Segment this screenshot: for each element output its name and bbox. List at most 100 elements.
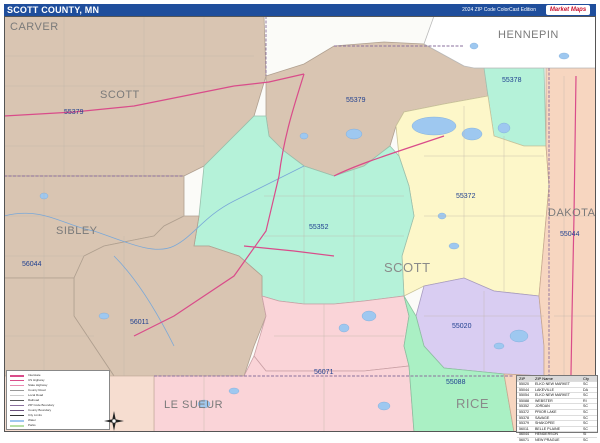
- zip-table-cell-county: SI: [583, 432, 587, 437]
- legend-row: Parks: [10, 423, 106, 427]
- zip-label-55378: 55378: [502, 77, 522, 84]
- county-label-le-sueur: LE SUEUR: [164, 399, 223, 411]
- legend-row: Water: [10, 418, 106, 422]
- county-label-carver: CARVER: [10, 21, 59, 33]
- legend-row: County Road: [10, 388, 106, 392]
- lake: [558, 52, 570, 60]
- legend-row: City Limits: [10, 413, 106, 417]
- legend-label: City Limits: [28, 413, 42, 417]
- zip-table-row: 56011 BELLE PLAINE SC: [517, 425, 597, 432]
- legend-swatch: [10, 400, 24, 401]
- zip-table-cell-county: SC: [583, 382, 588, 386]
- lake: [345, 128, 363, 140]
- legend-label: Local Road: [28, 393, 44, 397]
- legend-label: Interstate: [28, 373, 41, 377]
- zip-label-55088: 55088: [446, 379, 466, 386]
- legend-label: Railroad: [28, 398, 40, 402]
- zip-table-row: 56071 NEW PRAGUE SC: [517, 436, 597, 443]
- zip-label-55044: 55044: [560, 231, 580, 238]
- zip-table-cell-zip: 55379: [519, 421, 529, 426]
- zip-table-header: ZIP ZIP Name Cty: [517, 376, 597, 381]
- zip-table-cell-county: SC: [583, 415, 588, 420]
- zip-table-cell-name: NEW PRAGUE: [535, 437, 560, 442]
- zip-table-cell-county: SC: [583, 404, 588, 409]
- zip-table-cell-name: PRIOR LAKE: [535, 409, 557, 414]
- legend-swatch: [10, 385, 24, 386]
- zip-label-56044: 56044: [22, 261, 42, 268]
- publisher-logo: Market Maps: [546, 5, 590, 15]
- edition-label: 2024 ZIP Code ColorCast Edition: [462, 7, 536, 13]
- zip-table-cell-name: JORDAN: [535, 404, 550, 409]
- zip-table-cell-county: SC: [583, 393, 588, 398]
- compass-rose-icon: [104, 411, 124, 431]
- zip-table-cell-zip: 55054: [519, 393, 529, 398]
- lake: [411, 116, 457, 136]
- zip-table-row: 55020 ELKO NEW MARKET SC: [517, 381, 597, 387]
- zip-table-body: 55020 ELKO NEW MARKET SC 55044 LAKEVILLE DA 55…: [517, 381, 597, 443]
- zip-label-55352: 55352: [309, 224, 329, 231]
- legend-swatch: [10, 410, 24, 411]
- zip-table-cell-zip: 55378: [519, 415, 529, 420]
- zip-table-cell-zip: 55088: [519, 398, 529, 403]
- zip-table-cell-name: SHAKOPEE: [535, 421, 555, 426]
- legend-swatch: [10, 405, 24, 406]
- lake: [493, 342, 505, 350]
- zip-table-cell-name: LAKEVILLE: [535, 387, 554, 392]
- zip-table-header-zip: ZIP: [519, 376, 526, 381]
- title-bar: SCOTT COUNTY, MN 2024 ZIP Code ColorCast…: [4, 4, 596, 16]
- zip-table-row: 55372 PRIOR LAKE SC: [517, 408, 597, 415]
- lake: [497, 122, 511, 134]
- zip-table-cell-name: HENDERSON: [535, 432, 558, 437]
- zip-table-row: 55378 SAVAGE SC: [517, 414, 597, 421]
- zip-label-55379: 55379: [346, 97, 366, 104]
- legend-row: County Boundary: [10, 408, 106, 412]
- legend-swatch: [10, 415, 24, 416]
- zip-table-cell-county: DA: [583, 387, 588, 392]
- zip-table-cell-zip: 56011: [519, 426, 529, 431]
- map-legend: Interstate US Highway State Highway Coun…: [6, 370, 110, 430]
- lake: [228, 387, 240, 395]
- lake: [377, 401, 391, 411]
- zip-table-cell-zip: 56071: [519, 437, 529, 442]
- zip-table-cell-name: BELLE PLAINE: [535, 426, 560, 431]
- zip-table-cell-name: ELKO NEW MARKET: [535, 393, 570, 398]
- map-title: SCOTT COUNTY, MN: [7, 5, 100, 15]
- zip-table-cell-zip: 55044: [519, 387, 529, 392]
- county-label-dakota: DAKOTA: [548, 207, 596, 219]
- legend-swatch: [10, 425, 24, 427]
- legend-label: Water: [28, 418, 36, 422]
- zone-56071[interactable]: [253, 295, 410, 372]
- zip-table-cell-name: SAVAGE: [535, 415, 550, 420]
- legend-swatch: [10, 420, 24, 422]
- zip-table-cell-county: SC: [583, 421, 588, 426]
- lake: [338, 323, 350, 333]
- zip-table-cell-county: RI: [583, 398, 587, 403]
- legend-row: ZIP Code Boundary: [10, 403, 106, 407]
- zip-table-row: 55044 LAKEVILLE DA: [517, 386, 597, 393]
- zip-table-header-county: Cty: [583, 376, 589, 381]
- zip-label-56011: 56011: [130, 319, 149, 326]
- legend-label: County Boundary: [28, 408, 52, 412]
- lake: [361, 310, 377, 322]
- zip-table-cell-county: SC: [583, 426, 588, 431]
- county-label-rice: RICE: [456, 396, 489, 411]
- lake: [299, 132, 309, 140]
- county-label-hennepin: HENNEPIN: [498, 29, 559, 41]
- zip-table-cell-name: WEBSTER: [535, 398, 553, 403]
- lake: [98, 312, 110, 320]
- legend-row: Railroad: [10, 398, 106, 402]
- legend-label: County Road: [28, 388, 46, 392]
- lake: [461, 127, 483, 141]
- zip-label-56071: 56071: [314, 369, 334, 376]
- zip-table-row: 55088 WEBSTER RI: [517, 397, 597, 404]
- lake: [469, 42, 479, 50]
- lake: [448, 242, 460, 250]
- lake: [509, 329, 529, 343]
- legend-label: US Highway: [28, 378, 45, 382]
- legend-label: ZIP Code Boundary: [28, 403, 55, 407]
- county-label-scott-nw: SCOTT: [100, 89, 140, 101]
- zip-table-cell-zip: 55372: [519, 409, 529, 414]
- zip-table-header-name: ZIP Name: [535, 376, 553, 381]
- zip-table-row: 55054 ELKO NEW MARKET SC: [517, 392, 597, 398]
- legend-swatch: [10, 380, 24, 381]
